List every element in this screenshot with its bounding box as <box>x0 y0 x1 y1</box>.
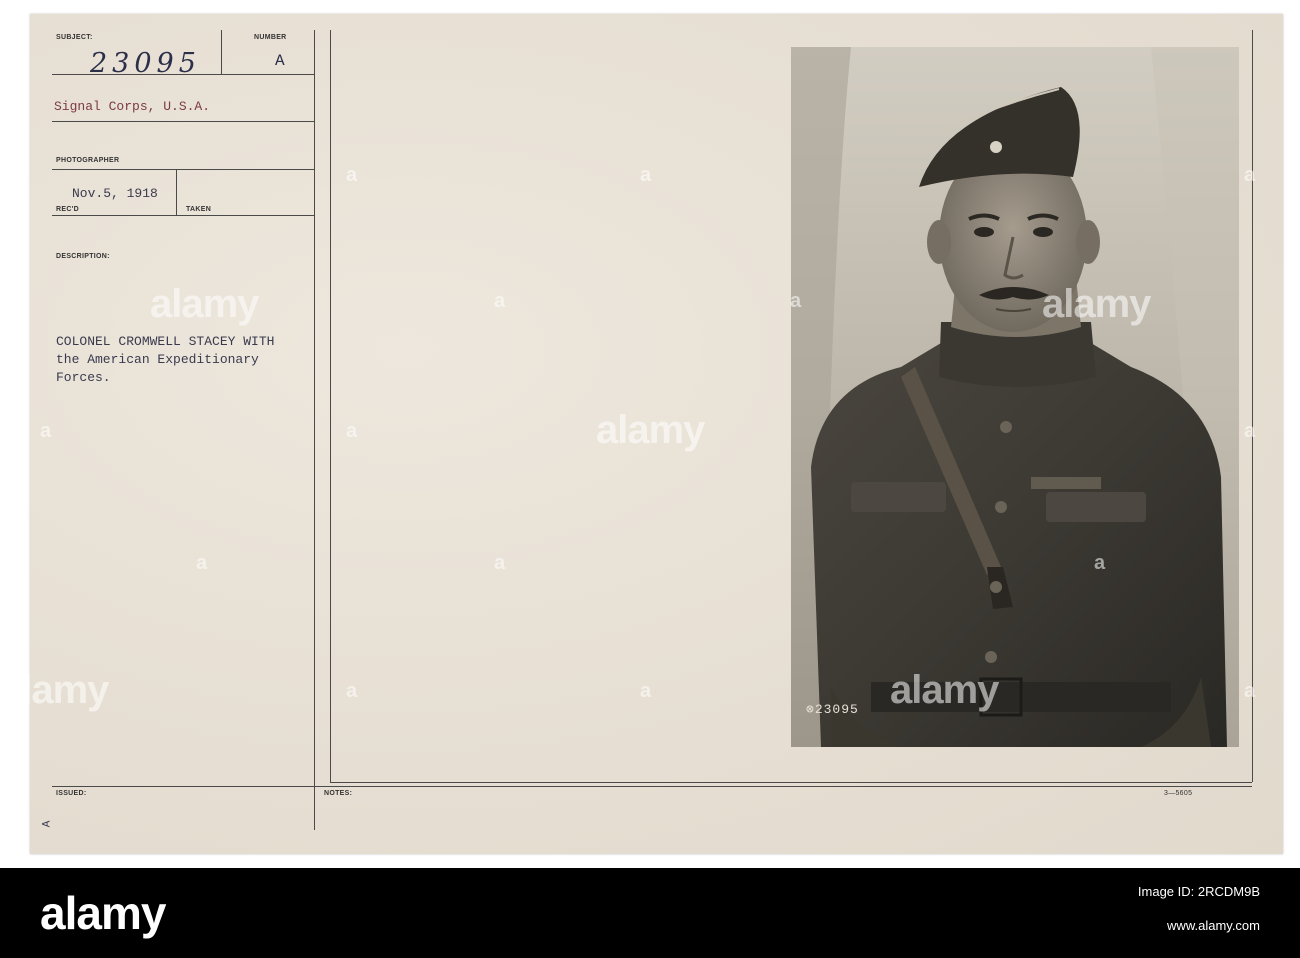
image-id: Image ID: 2RCDM9B <box>1137 884 1260 899</box>
watermark-letter: a <box>640 680 652 702</box>
date-underline <box>52 215 314 216</box>
notes-label: NOTES: <box>324 790 353 797</box>
watermark-letter: a <box>640 164 652 186</box>
date-divider <box>176 169 177 215</box>
photo-number: ⊗23095 <box>806 702 859 717</box>
description-line-2: the American Expeditionary <box>56 352 259 367</box>
watermark-letter: a <box>494 290 506 312</box>
watermark-letter: a <box>40 420 52 442</box>
photo-frame-right <box>1252 30 1253 782</box>
watermark-letter: a <box>1244 680 1256 702</box>
watermark: alamy <box>0 668 109 712</box>
recd-label: REC'D <box>56 206 79 213</box>
left-column-divider <box>314 30 315 830</box>
number-divider <box>221 30 222 74</box>
watermark-letter: a <box>1094 552 1106 574</box>
portrait-photo: ⊗23095 <box>791 47 1239 747</box>
watermark: alamy <box>890 668 999 712</box>
received-date: Nov.5, 1918 <box>72 186 158 201</box>
agency-text: Signal Corps, U.S.A. <box>54 99 211 114</box>
alamy-logo[interactable]: alamy <box>40 886 166 940</box>
watermark-letter: a <box>1244 164 1256 186</box>
watermark-letter: a <box>346 420 358 442</box>
photographer-underline <box>52 169 314 170</box>
taken-label: TAKEN <box>186 206 212 213</box>
watermark-letter: a <box>790 290 802 312</box>
watermark: alamy <box>150 282 259 326</box>
watermark: alamy <box>1042 282 1151 326</box>
handwritten-number: 23095 <box>90 48 201 79</box>
number-mark: A <box>275 52 285 70</box>
site-url[interactable]: www.alamy.com <box>1167 918 1260 933</box>
form-code: 3—5605 <box>1164 790 1193 797</box>
number-label: NUMBER <box>254 34 287 41</box>
subject-label: SUBJECT: <box>56 34 93 41</box>
photo-frame-bottom <box>330 782 1252 783</box>
watermark: alamy <box>596 408 705 452</box>
soldier-portrait-illustration <box>791 47 1239 747</box>
description-line-1: COLONEL CROMWELL STACEY WITH <box>56 334 275 349</box>
issued-label: ISSUED: <box>56 790 87 797</box>
watermark-letter: a <box>1244 420 1256 442</box>
watermark-letter: a <box>196 552 208 574</box>
description-label: DESCRIPTION: <box>56 253 110 260</box>
watermark-letter: a <box>346 680 358 702</box>
photo-frame-top <box>330 30 331 782</box>
corner-mark: A <box>41 820 54 828</box>
watermark-letter: a <box>346 164 358 186</box>
description-line-3: Forces. <box>56 370 111 385</box>
footer-rule <box>52 786 1252 787</box>
photographer-label: PHOTOGRAPHER <box>56 157 120 164</box>
stock-footer-bar: alamy Image ID: 2RCDM9B www.alamy.com <box>0 868 1300 958</box>
watermark-letter: a <box>494 552 506 574</box>
agency-underline <box>52 121 314 122</box>
